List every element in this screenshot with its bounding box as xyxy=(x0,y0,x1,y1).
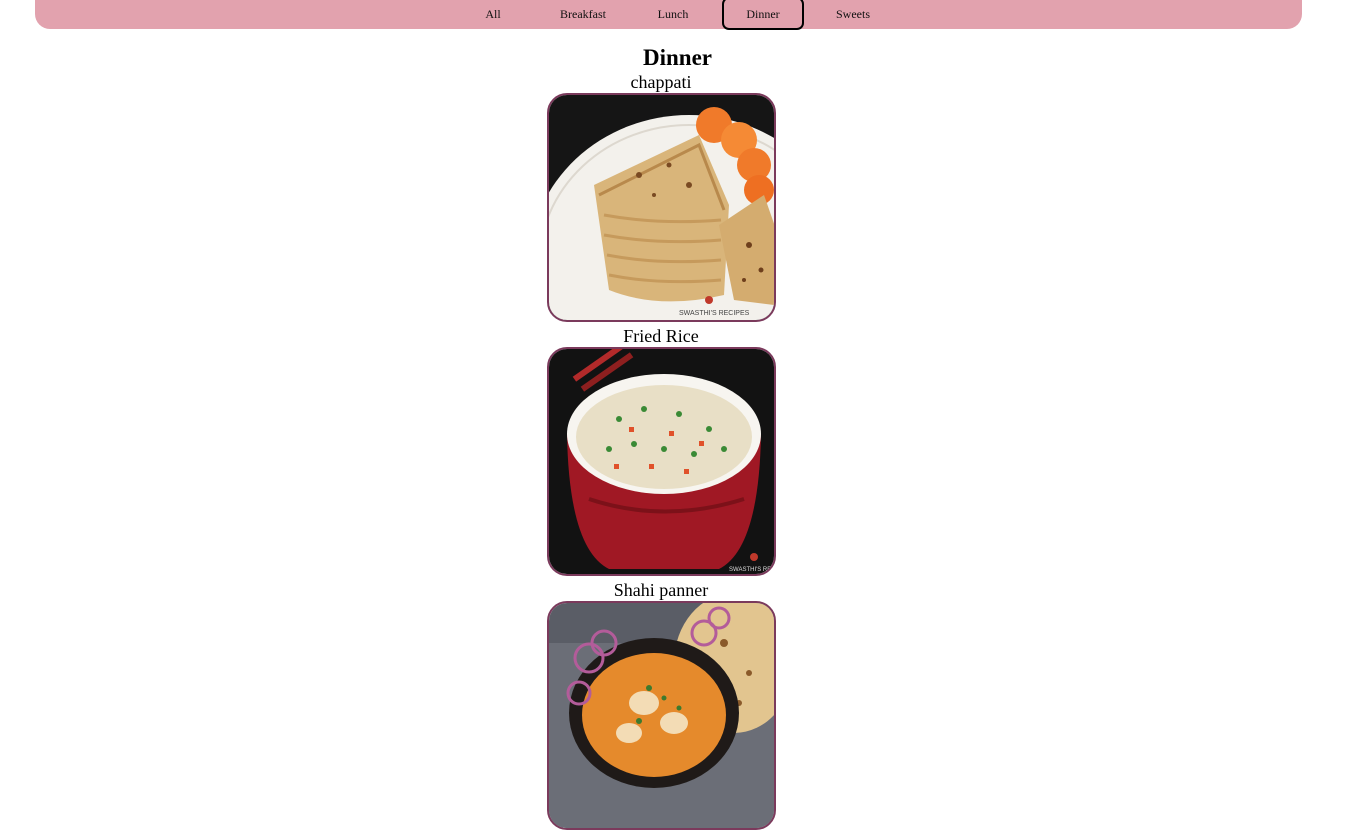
section-title: Dinner xyxy=(643,45,712,70)
shahi-paneer-photo xyxy=(547,601,776,830)
category-tabs: All Breakfast Lunch Dinner Sweets xyxy=(35,0,1302,30)
tab-lunch[interactable]: Lunch xyxy=(632,0,714,30)
chappati-photo: SWASTHI'S RECIPES xyxy=(547,93,776,322)
menu-item-name: chappati xyxy=(630,72,692,92)
tab-dinner[interactable]: Dinner xyxy=(722,0,804,30)
category-navbar: All Breakfast Lunch Dinner Sweets xyxy=(35,0,1302,30)
menu-item-name: Shahi panner xyxy=(613,580,709,600)
svg-text:SWASTHI'S RECIP: SWASTHI'S RECIP xyxy=(729,567,776,573)
tab-sweets[interactable]: Sweets xyxy=(812,0,894,30)
tab-breakfast[interactable]: Breakfast xyxy=(542,0,624,30)
menu-item-name: Fried Rice xyxy=(623,326,699,346)
svg-text:SWASTHI'S RECIPES: SWASTHI'S RECIPES xyxy=(679,310,750,317)
fried-rice-photo: SWASTHI'S RECIP xyxy=(547,347,776,576)
tab-all[interactable]: All xyxy=(452,0,534,30)
